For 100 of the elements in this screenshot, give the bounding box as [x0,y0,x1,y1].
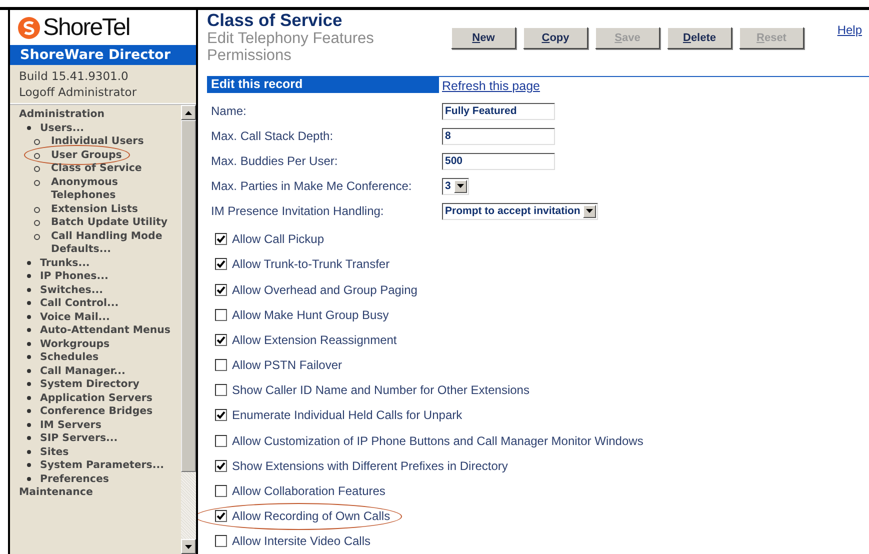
bullet-icon [27,274,31,278]
nav-item[interactable]: System Parameters... [40,459,164,472]
build-label: Build 15.41.9301.0 [19,68,130,84]
bullet-icon [34,166,40,172]
nav-item[interactable]: Batch Update Utility [51,216,168,230]
nav-item[interactable]: Schedules [40,351,99,364]
logoff-link[interactable]: Logoff Administrator [19,84,196,100]
checkbox-label: Allow Customization of IP Phone Buttons and Call Manager Monitor Windows [232,434,644,448]
checkbox[interactable] [215,334,227,346]
dropdown[interactable]: 3 [442,178,469,195]
nav-item[interactable]: Anonymous Telephones [51,176,181,202]
checkbox[interactable] [215,233,227,246]
logo-text: ShoreTel [43,14,130,42]
nav-item[interactable]: Sites [40,446,69,459]
nav-item[interactable]: Conference Bridges [40,405,153,418]
field-label: Name: [210,104,248,118]
checkbox-label: Allow PSTN Failover [232,358,342,372]
nav-item[interactable]: Class of Service [51,162,142,176]
checkbox-label: Allow Make Hunt Group Busy [232,308,389,322]
help-link[interactable]: Help [837,23,862,37]
checkbox-label: Allow Collaboration Features [232,484,386,498]
nav-item[interactable]: Call Control... [40,297,119,310]
checkbox-label: Show Extensions with Different Prefixes in Directory [232,458,508,473]
nav-item[interactable]: Auto-Attendant Menus [40,324,170,338]
nav-item[interactable]: Call Handling Mode Defaults... [51,230,181,256]
up-arrow-icon [185,110,192,114]
input-field[interactable]: Fully Featured [442,102,555,120]
checkbox-label: Allow Recording of Own Calls [232,509,390,524]
bullet-icon [27,288,31,292]
checkbox[interactable] [215,434,227,447]
nav-item[interactable]: IP Phones... [40,270,108,284]
bullet-icon [27,396,31,400]
checkbox[interactable] [215,535,227,548]
scrollbar[interactable] [181,105,196,554]
dropdown-arrow-icon [456,184,464,188]
dropdown[interactable]: Prompt to accept invitation [442,202,598,220]
nav-item[interactable]: Voice Mail... [40,310,110,324]
field-label: IM Presence Invitation Handling: [210,204,385,218]
nav-item[interactable]: Workgroups [40,338,110,351]
bullet-icon [27,409,31,413]
checkbox-label: Allow Trunk-to-Trunk Transfer [232,257,390,272]
input-field[interactable]: 8 [442,128,555,145]
bullet-icon [27,342,31,346]
checkbox-label: Allow Call Pickup [232,232,324,246]
dropdown-arrow-icon [586,209,594,214]
nav-item[interactable]: Switches... [40,284,103,297]
bullet-icon [27,314,31,318]
nav-item[interactable]: Trunks... [40,256,90,270]
nav-item[interactable]: IM Servers [40,418,102,432]
checkbox[interactable] [215,284,227,296]
bullet-icon [34,206,40,212]
bullet-icon [27,476,31,480]
nav-section[interactable]: Maintenance [19,486,181,500]
checkbox[interactable] [215,359,227,372]
nav-item[interactable]: Users... [40,122,84,135]
bullet-icon [27,301,31,305]
input-field[interactable]: 500 [442,152,555,170]
scroll-thumb[interactable] [181,120,196,472]
checkbox[interactable] [215,460,227,472]
nav-item[interactable]: SIP Servers... [40,432,118,446]
bullet-icon [27,436,31,440]
bullet-icon [27,450,31,454]
toolbar-button[interactable]: Copy [523,27,588,49]
bullet-icon [27,382,31,386]
bullet-icon [27,328,31,332]
checkbox-label: Allow Intersite Video Calls [232,534,371,548]
checkbox-label: Show Caller ID Name and Number for Other Extensions [232,383,530,398]
nav-item[interactable]: Individual Users [51,135,144,148]
refresh-link[interactable]: Refresh this page [442,78,540,93]
toolbar-button[interactable]: New [451,27,516,49]
checkbox[interactable] [215,409,227,422]
checkbox[interactable] [215,258,227,270]
scroll-down-button[interactable] [181,539,196,554]
field-label: Max. Buddies Per User: [210,154,339,168]
checkbox[interactable] [215,308,227,321]
nav-item[interactable]: System Directory [40,378,140,392]
nav-section[interactable]: Administration [19,108,181,122]
nav-item[interactable]: Application Servers [40,392,152,405]
bullet-icon [27,422,31,426]
checkbox[interactable] [215,510,227,522]
bullet-icon [27,368,31,372]
checkbox-label: Enumerate Individual Held Calls for Unpark [232,408,462,422]
section-header: Edit this record [207,76,439,93]
logo-icon [18,16,40,38]
toolbar-button[interactable]: Delete [667,27,732,49]
bullet-icon [34,220,40,226]
nav-item[interactable]: Extension Lists [51,202,138,216]
checkbox-label: Allow Overhead and Group Paging [232,282,418,297]
page-title: Class of Service [207,11,344,30]
nav-item[interactable]: Call Manager... [40,364,126,378]
checkbox[interactable] [215,384,227,396]
checkbox-label: Allow Extension Reassignment [232,332,397,347]
nav-item[interactable]: User Groups [51,148,122,162]
scroll-up-button[interactable] [181,105,196,120]
checkbox[interactable] [215,485,227,498]
bullet-icon [34,152,40,158]
bullet-icon [34,234,40,240]
down-arrow-icon [185,544,192,548]
nav-item[interactable]: Preferences [40,472,109,486]
bullet-icon [34,180,40,186]
